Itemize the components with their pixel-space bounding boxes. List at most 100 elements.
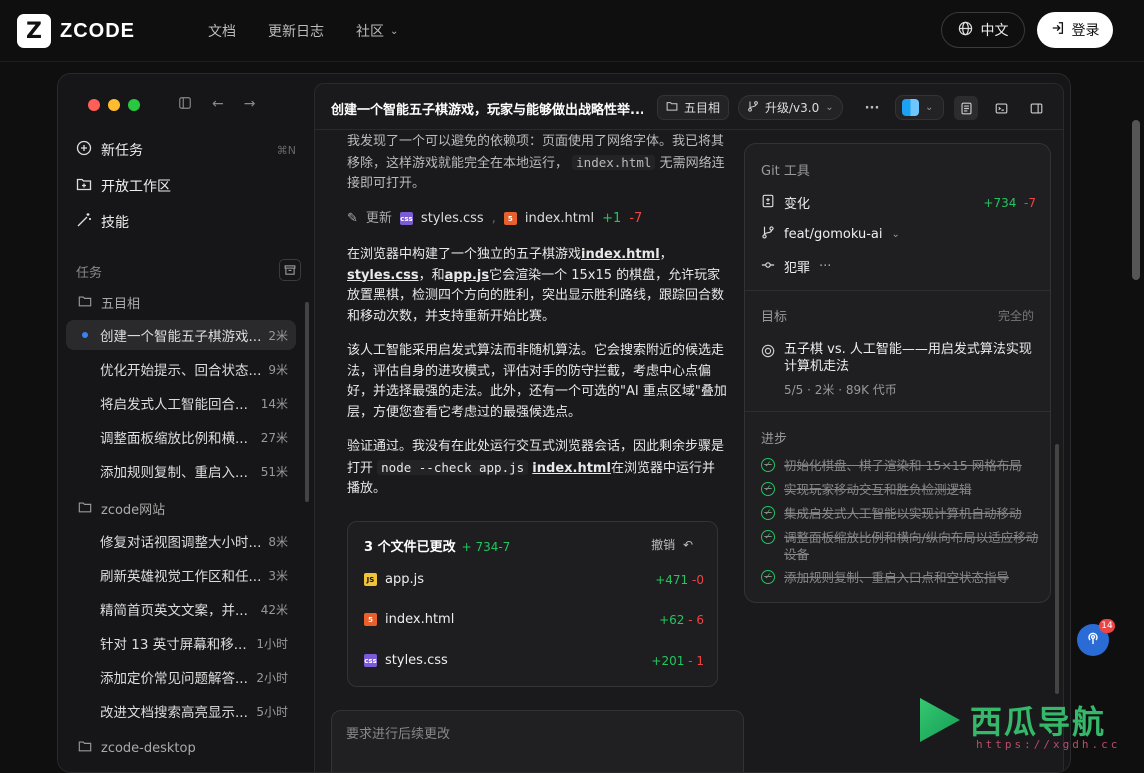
goal-item[interactable]: 五子棋 vs. 人工智能——用启发式算法实现计算机走法 5/5 · 2米 · 8… <box>761 341 1036 398</box>
skills-button[interactable]: 技能 <box>76 212 296 232</box>
chevron-down-icon: ⌄ <box>825 102 834 113</box>
branch-label: feat/gomoku-ai <box>784 226 883 242</box>
file-deletions: -0 <box>692 572 704 587</box>
changes-row[interactable]: 变化 +734 -7 <box>761 193 1036 212</box>
terminal-icon[interactable] <box>989 96 1013 120</box>
file-update-line: ✎ 更新 css styles.css , 5 index.html +1 -7 <box>347 209 727 230</box>
task-label: 修复对话视图调整大小时... <box>100 535 262 551</box>
sidebar-scrollbar[interactable] <box>305 302 309 502</box>
task-item[interactable]: 精简首页英文文案，并... 42米 <box>66 594 296 624</box>
more-icon[interactable]: ··· <box>819 259 831 274</box>
goal-meta: 5/5 · 2米 · 89K 代币 <box>784 383 897 397</box>
task-item[interactable]: 添加定价常见问题解答... 2小时 <box>66 662 296 692</box>
project-chip[interactable]: 五目相 <box>657 95 730 120</box>
changed-file-row[interactable]: css styles.css +201 - 1 <box>364 653 704 668</box>
back-arrow-icon[interactable]: ← <box>212 96 224 114</box>
changed-file-row[interactable]: 5 index.html +62 - 6 <box>364 612 704 627</box>
branch-row[interactable]: feat/gomoku-ai ⌄ <box>761 225 900 243</box>
progress-text: 添加规则复制、重启入口点和空状态指导 <box>784 570 1010 585</box>
task-label: 改进文档搜索高亮显示... <box>100 705 248 721</box>
task-item[interactable]: 添加规则复制、重启入... 51米 <box>66 456 296 486</box>
document-icon[interactable] <box>954 96 978 120</box>
goal-title: 五子棋 vs. 人工智能——用启发式算法实现计算机走法 <box>784 342 1032 374</box>
task-label: 精简首页英文文案，并... <box>100 603 248 619</box>
file-link[interactable]: app.js <box>445 268 490 283</box>
changed-file-row[interactable]: JS app.js +471 -0 <box>364 572 704 587</box>
nav-link-changelog[interactable]: 更新日志 <box>268 21 324 41</box>
task-item[interactable]: 改进文档搜索高亮显示... 5小时 <box>66 696 296 726</box>
task-item[interactable]: 将启发式人工智能回合... 14米 <box>66 388 296 418</box>
task-time: 51米 <box>260 464 288 479</box>
nav-link-community[interactable]: 社区 ⌄ <box>356 21 398 41</box>
new-task-button[interactable]: 新任务 ⌘N <box>76 140 296 160</box>
folder-icon <box>78 500 92 518</box>
page-scrollbar[interactable] <box>1132 120 1140 280</box>
check-circle-icon: ✓ <box>761 482 775 496</box>
main-pane: 创建一个智能五子棋游戏，玩家与能够做出战略性举... 五目相 升级/v3.0 ⌄… <box>314 83 1064 772</box>
html-file-icon: 5 <box>503 212 517 226</box>
task-item[interactable]: 优化开始提示、回合状态... 9米 <box>66 354 296 384</box>
file-additions: +201 <box>651 653 685 668</box>
forward-arrow-icon[interactable]: → <box>244 96 256 114</box>
undo-button[interactable]: 撤销 ↶ <box>651 536 693 553</box>
open-workspace-button[interactable]: 开放工作区 <box>76 176 296 196</box>
message-text: 在浏览器中构建了一个独立的五子棋游戏 <box>347 247 582 262</box>
goal-label: 目标 <box>761 310 788 325</box>
logo[interactable]: Z ZCODE <box>17 14 135 48</box>
message-text: ，和 <box>418 267 445 283</box>
file-additions: +62 <box>659 612 685 627</box>
task-item[interactable]: 针对 13 英寸屏幕和移... 1小时 <box>66 628 296 658</box>
maximize-window-icon[interactable] <box>128 99 140 111</box>
archive-icon[interactable] <box>279 259 301 281</box>
followup-input[interactable]: 要求进行后续更改 <box>331 710 744 772</box>
progress-item: ✓ 集成启发式人工智能以实现计算机自动移动 <box>761 505 1041 522</box>
file-additions: +471 <box>655 572 689 587</box>
login-button[interactable]: 登录 <box>1037 12 1113 48</box>
files-changed-title: 3 个文件已更改 <box>364 540 456 555</box>
folder-label: 五目相 <box>101 297 141 312</box>
app-window: ← → 新任务 ⌘N 开放工作区 技能 任务 五目相 创建一个智能五子棋游戏..… <box>57 73 1071 773</box>
file-name: index.html <box>385 612 455 627</box>
branch-chip[interactable]: 升级/v3.0 ⌄ <box>738 95 843 120</box>
undo-icon: ↶ <box>682 538 693 552</box>
language-button[interactable]: 中文 <box>941 12 1025 48</box>
watermark-logo-icon <box>920 698 960 742</box>
update-file-name[interactable]: index.html <box>525 209 594 230</box>
update-additions: +1 <box>602 210 622 226</box>
file-diff-stats: +201 - 1 <box>651 654 704 668</box>
sidebar-toggle-icon[interactable] <box>178 96 192 114</box>
folder-label: zcode网站 <box>101 503 166 518</box>
commit-row[interactable]: 犯罪 ··· <box>761 257 831 276</box>
task-time: 42米 <box>260 602 288 617</box>
editor-select[interactable]: ⌄ <box>895 95 944 120</box>
task-title: 创建一个智能五子棋游戏，玩家与能够做出战略性举... <box>331 103 643 118</box>
divider <box>745 411 1050 412</box>
minimize-window-icon[interactable] <box>108 99 120 111</box>
close-window-icon[interactable] <box>88 99 100 111</box>
update-file-name[interactable]: styles.css <box>421 209 484 230</box>
task-time: 5小时 <box>256 704 288 719</box>
main-scrollbar[interactable] <box>1055 444 1059 694</box>
file-link[interactable]: styles.css <box>347 268 419 283</box>
tasks-section-label: 任务 <box>76 266 103 281</box>
goal-content: 五子棋 vs. 人工智能——用启发式算法实现计算机走法 5/5 · 2米 · 8… <box>784 341 1036 398</box>
check-circle-icon: ✓ <box>761 458 775 472</box>
folder-gomoku[interactable]: 五目相 <box>78 293 140 312</box>
changes-stats: +734 -7 <box>983 196 1036 210</box>
folder-zcode-website[interactable]: zcode网站 <box>78 499 165 518</box>
nav-link-docs[interactable]: 文档 <box>208 21 236 41</box>
more-icon[interactable]: ··· <box>860 96 884 120</box>
inline-code: index.html <box>572 154 656 170</box>
files-changed-header: 3 个文件已更改 + 734-7 <box>364 536 510 555</box>
panel-toggle-icon[interactable] <box>1024 96 1048 120</box>
file-link[interactable]: index.html <box>532 461 611 476</box>
folder-zcode-desktop[interactable]: zcode-desktop <box>78 739 196 757</box>
folder-label: zcode-desktop <box>101 740 196 756</box>
finder-icon <box>902 99 919 116</box>
task-item[interactable]: 刷新英雄视觉工作区和任... 3米 <box>66 560 296 590</box>
file-link[interactable]: index.html <box>581 247 660 262</box>
folder-icon <box>666 100 678 115</box>
task-item-active[interactable]: 创建一个智能五子棋游戏... 2米 <box>66 320 296 350</box>
task-item[interactable]: 调整面板缩放比例和横... 27米 <box>66 422 296 452</box>
task-item[interactable]: 修复对话视图调整大小时... 8米 <box>66 526 296 556</box>
